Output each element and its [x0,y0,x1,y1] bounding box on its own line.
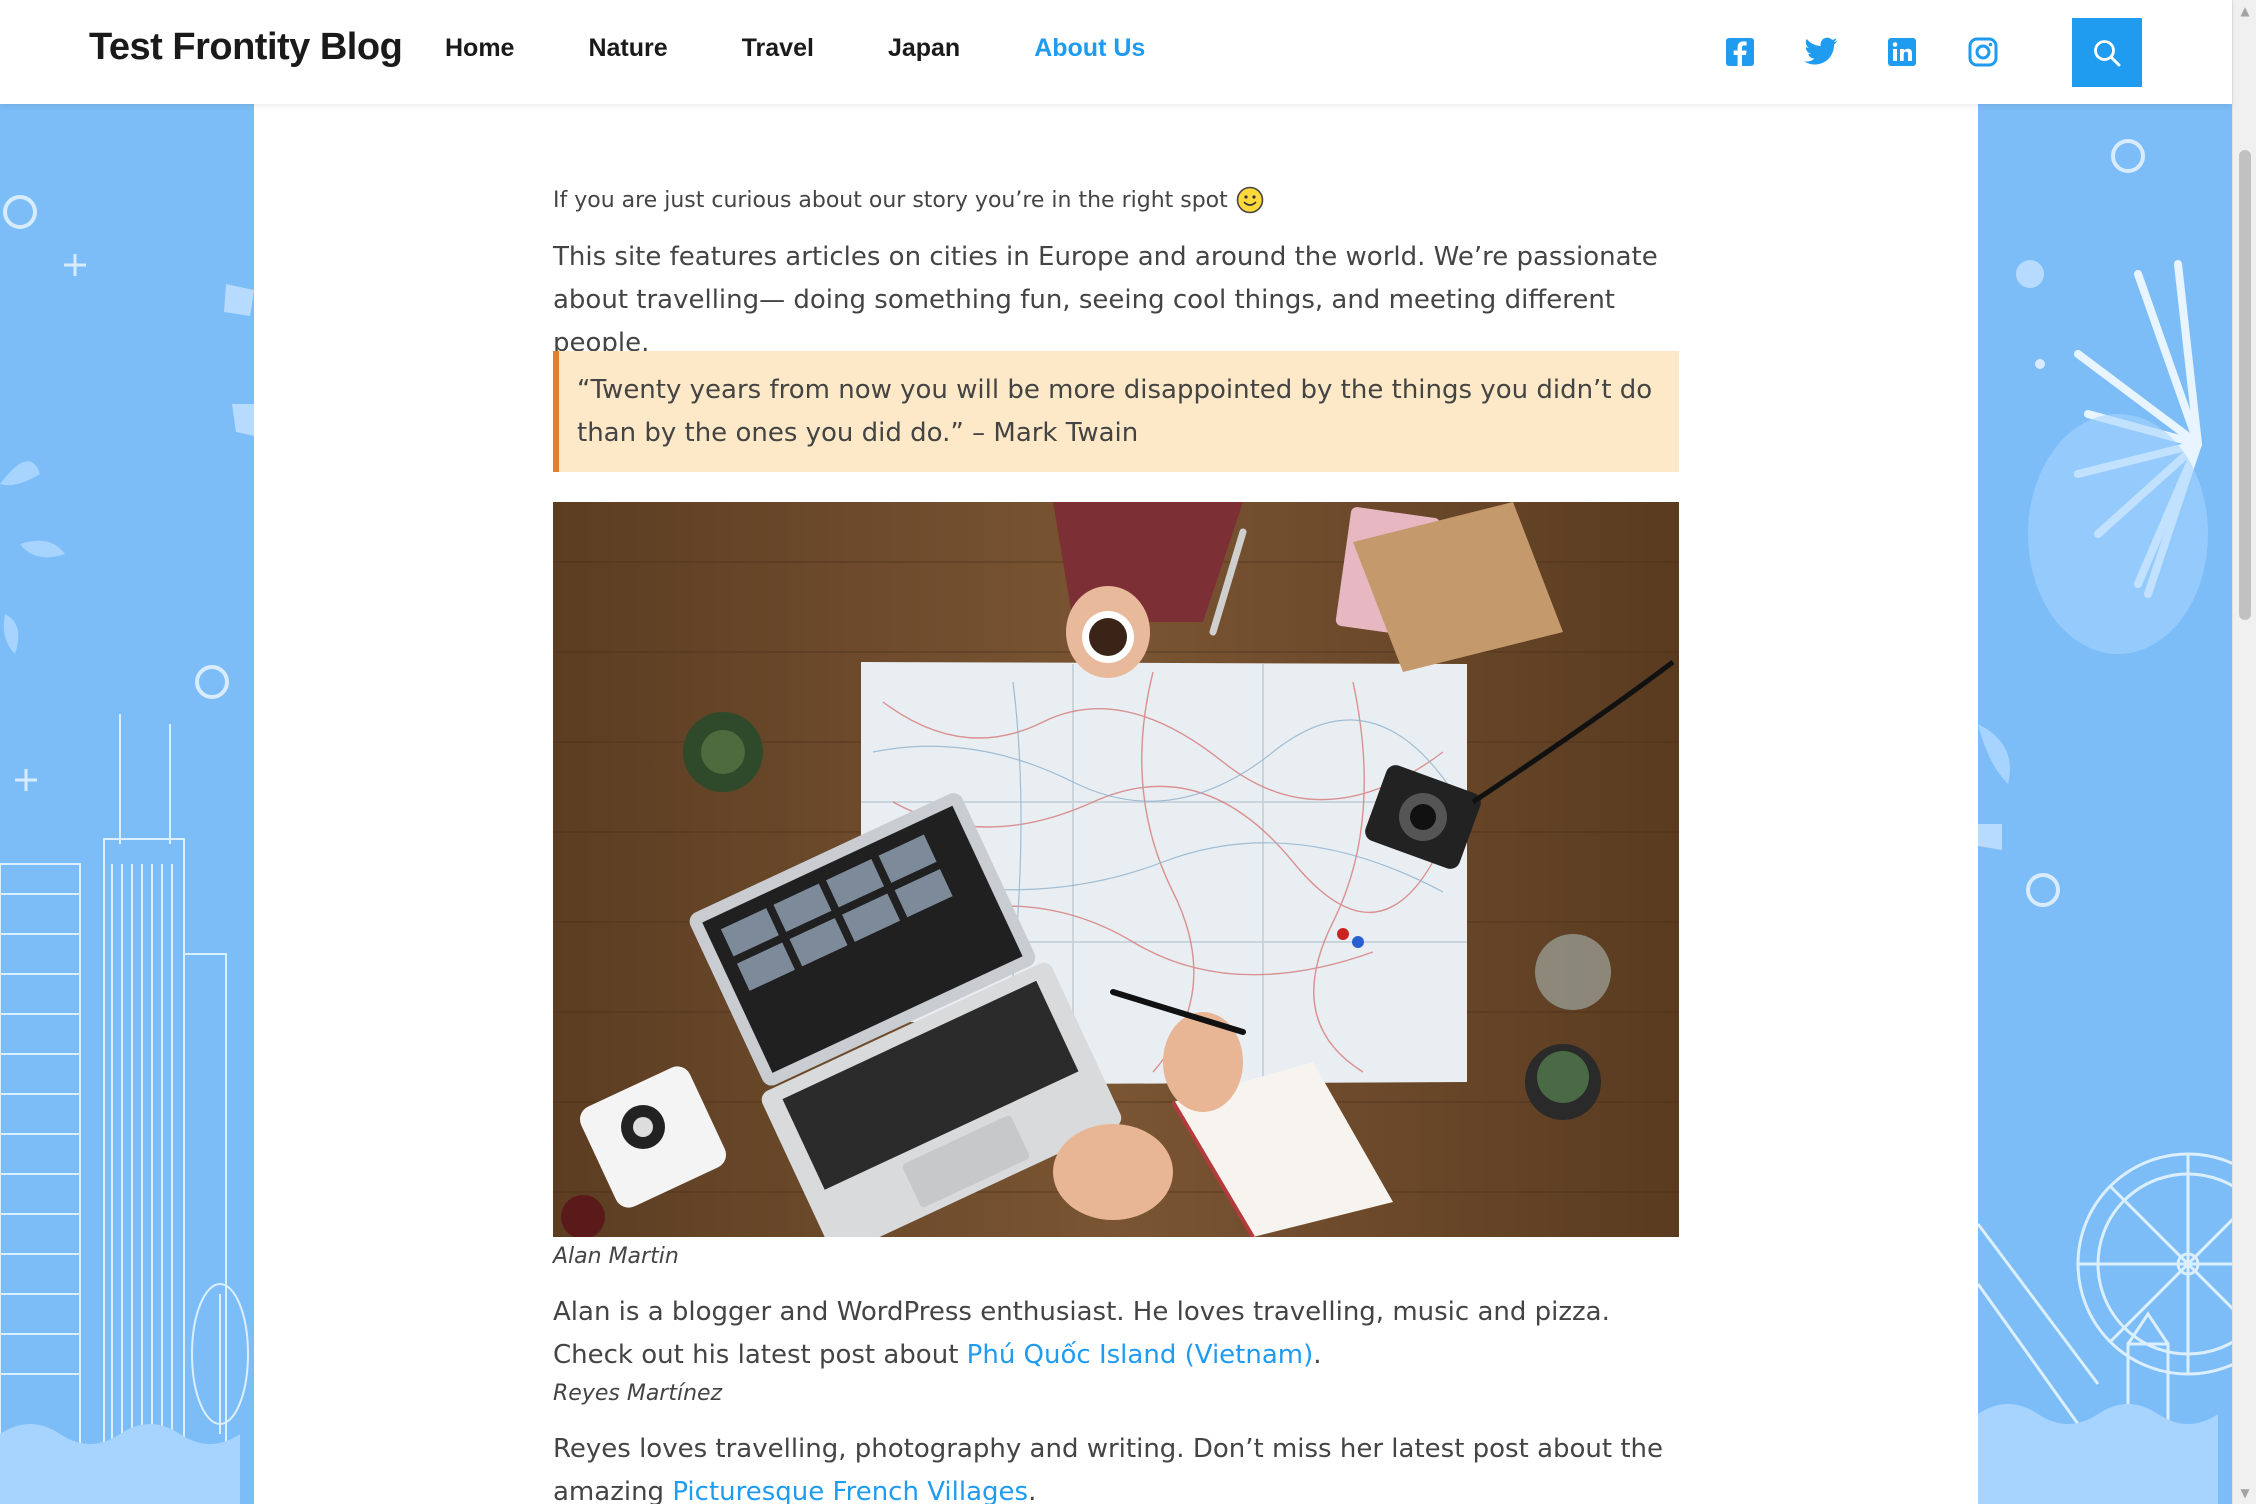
image-caption-reyes: Reyes Martínez [553,1381,723,1406]
page-scrollbar[interactable]: ▲ ▼ [2232,0,2256,1504]
nav-japan[interactable]: Japan [888,34,960,63]
instagram-icon[interactable] [1965,34,2001,70]
link-phu-quoc-island[interactable]: Phú Quốc Island (Vietnam) [967,1340,1314,1370]
paragraph-alan: Alan is a blogger and WordPress enthusia… [553,1291,1683,1377]
intro-text: If you are just curious about our story … [553,186,1264,214]
linkedin-icon[interactable] [1884,34,1920,70]
alan-bio-end: . [1313,1340,1322,1370]
scroll-up-arrow-icon[interactable]: ▲ [2233,0,2256,22]
social-links [1722,34,2046,70]
image-caption-alan: Alan Martin [553,1244,679,1269]
twitter-icon[interactable] [1803,34,1839,70]
reyes-bio-end: . [1028,1477,1037,1504]
intro-label: If you are just curious about our story … [553,187,1228,213]
scroll-down-arrow-icon[interactable]: ▼ [2233,1482,2256,1504]
background-illustration-left [0,104,254,1504]
nav-home[interactable]: Home [445,34,514,63]
travel-planning-photo [553,502,1679,1237]
scrollbar-thumb[interactable] [2239,150,2251,620]
facebook-icon[interactable] [1722,34,1758,70]
background-illustration-right [1978,104,2232,1504]
main-nav: Home Nature Travel Japan About Us [445,34,1219,63]
paragraph-reyes: Reyes loves travelling, photography and … [553,1428,1679,1504]
smiley-emoji-icon [1236,186,1264,214]
content-area: If you are just curious about our story … [254,104,1978,1504]
quote-block: “Twenty years from now you will be more … [553,351,1679,472]
site-header: Test Frontity Blog Home Nature Travel Ja… [0,0,2232,104]
nav-travel[interactable]: Travel [742,34,814,63]
paragraph-intro: This site features articles on cities in… [553,242,1658,358]
search-button[interactable] [2072,18,2142,87]
nav-about-us[interactable]: About Us [1034,34,1145,63]
nav-nature[interactable]: Nature [588,34,667,63]
search-icon [2094,39,2121,66]
site-title[interactable]: Test Frontity Blog [89,26,403,69]
link-picturesque-french-villages[interactable]: Picturesque French Villages [672,1477,1028,1504]
